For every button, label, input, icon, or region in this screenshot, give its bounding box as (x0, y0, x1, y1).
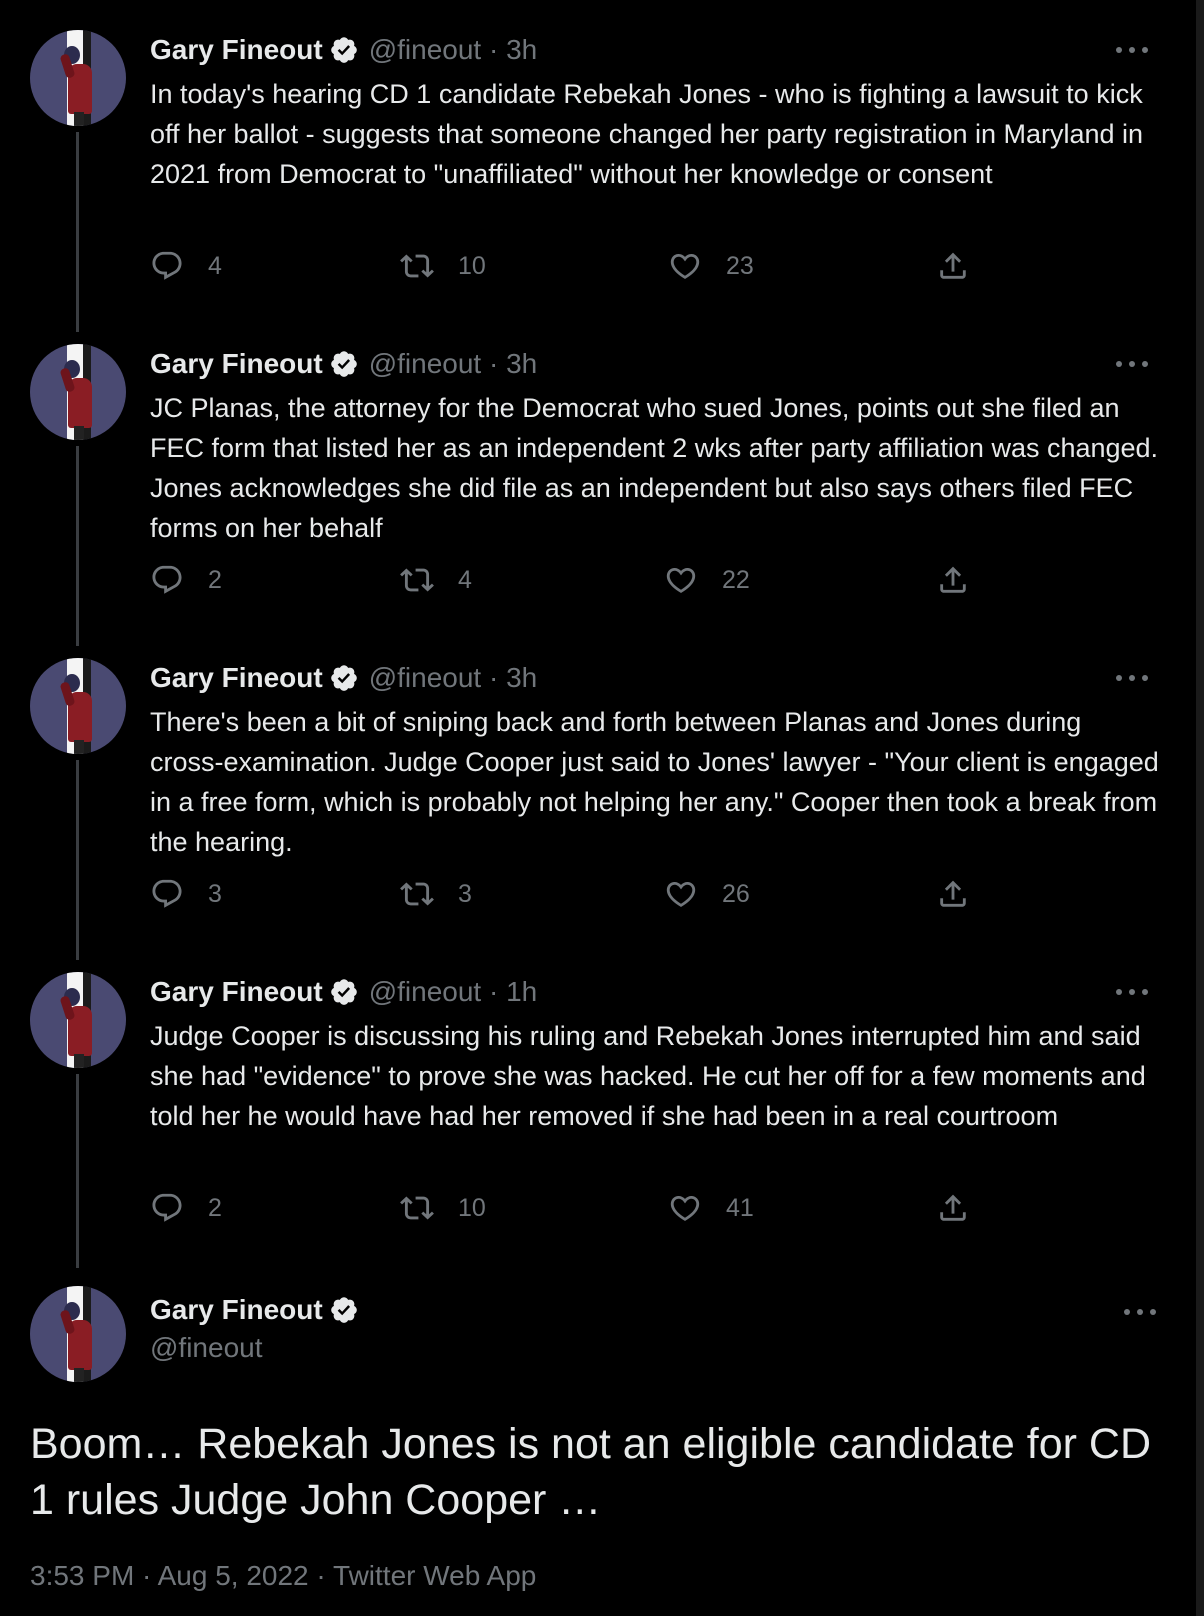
reply-button[interactable]: 2 (150, 1188, 222, 1228)
share-button[interactable] (936, 560, 970, 600)
verified-badge-icon (330, 1297, 357, 1323)
thread-tweet-1[interactable]: Gary Fineout @fineout · 3h In today's he… (0, 0, 1196, 332)
verified-badge-icon (330, 351, 357, 377)
reply-count: 2 (208, 1193, 222, 1222)
like-count: 26 (722, 879, 750, 908)
retweet-count: 10 (458, 1193, 486, 1222)
share-icon (940, 252, 966, 279)
retweet-count: 3 (458, 879, 472, 908)
handle-and-timestamp[interactable]: @fineout · 3h (369, 34, 538, 66)
scrollbar[interactable] (1196, 0, 1204, 1616)
share-icon (940, 1194, 966, 1221)
tweet-text: JC Planas, the attorney for the Democrat… (150, 393, 1159, 543)
tweet-text: In today's hearing CD 1 candidate Rebeka… (150, 79, 1144, 189)
share-icon (940, 566, 966, 593)
tweet-header: Gary Fineout @fineout · 1h (150, 972, 537, 1012)
reply-count: 3 (208, 879, 222, 908)
avatar[interactable] (30, 658, 126, 754)
tweet-actions: 2 4 22 (150, 560, 1000, 600)
like-button[interactable]: 22 (664, 560, 750, 600)
author-handle[interactable]: @fineout (150, 1332, 263, 1364)
like-count: 41 (726, 1193, 754, 1222)
reply-icon (152, 879, 182, 908)
thread-connector-line (76, 1074, 79, 1268)
avatar[interactable] (30, 30, 126, 126)
author-name[interactable]: Gary Fineout (150, 662, 323, 694)
tweet-header: Gary Fineout @fineout · 3h (150, 658, 537, 698)
author-name[interactable]: Gary Fineout (150, 976, 323, 1008)
thread-tweet-3[interactable]: Gary Fineout @fineout · 3h There's been … (0, 628, 1196, 960)
reply-button[interactable]: 2 (150, 560, 222, 600)
handle-and-timestamp[interactable]: @fineout · 3h (369, 348, 538, 380)
author-name[interactable]: Gary Fineout (150, 34, 323, 66)
retweet-button[interactable]: 10 (400, 246, 486, 286)
thread-connector-line (76, 132, 79, 332)
reply-icon (152, 1193, 182, 1222)
more-options-icon[interactable] (1116, 978, 1148, 1006)
share-icon (940, 880, 966, 907)
reply-count: 4 (208, 251, 222, 280)
avatar[interactable] (30, 1286, 126, 1382)
reply-icon (152, 251, 182, 280)
like-icon (666, 567, 696, 593)
tweet-header: Gary Fineout @fineout · 3h (150, 30, 537, 70)
main-tweet-text: Boom… Rebekah Jones is not an eligible c… (30, 1420, 1152, 1524)
more-options-icon[interactable] (1116, 664, 1148, 692)
share-button[interactable] (936, 874, 970, 914)
thread-tweet-2[interactable]: Gary Fineout @fineout · 3h JC Planas, th… (0, 314, 1196, 646)
retweet-icon (400, 1196, 434, 1220)
avatar[interactable] (30, 344, 126, 440)
retweet-count: 10 (458, 251, 486, 280)
verified-badge-icon (330, 665, 357, 691)
like-button[interactable]: 41 (668, 1188, 754, 1228)
tweet-text: Judge Cooper is discussing his ruling an… (150, 1021, 1146, 1131)
author-name[interactable]: Gary Fineout (150, 348, 323, 380)
more-options-icon[interactable] (1124, 1298, 1156, 1326)
reply-button[interactable]: 3 (150, 874, 222, 914)
tweet-actions: 3 3 26 (150, 874, 1000, 914)
share-button[interactable] (936, 246, 970, 286)
tweet-actions: 2 10 41 (150, 1188, 1000, 1228)
like-icon (670, 1195, 700, 1221)
retweet-button[interactable]: 3 (400, 874, 472, 914)
thread-tweet-4[interactable]: Gary Fineout @fineout · 1h Judge Cooper … (0, 942, 1196, 1268)
like-icon (666, 881, 696, 907)
retweet-icon (400, 568, 434, 592)
like-count: 23 (726, 251, 754, 280)
reply-icon (152, 565, 182, 594)
retweet-icon (400, 882, 434, 906)
retweet-count: 4 (458, 565, 472, 594)
like-count: 22 (722, 565, 750, 594)
tweet-timestamp-source[interactable]: 3:53 PM · Aug 5, 2022 · Twitter Web App (30, 1560, 536, 1592)
author-name[interactable]: Gary Fineout (150, 1294, 323, 1326)
retweet-button[interactable]: 4 (400, 560, 472, 600)
tweet-header: Gary Fineout @fineout · 3h (150, 344, 537, 384)
verified-badge-icon (330, 37, 357, 63)
tweet-text: There's been a bit of sniping back and f… (150, 707, 1159, 857)
like-icon (670, 253, 700, 279)
more-options-icon[interactable] (1116, 350, 1148, 378)
handle-and-timestamp[interactable]: @fineout · 1h (369, 976, 538, 1008)
handle-and-timestamp[interactable]: @fineout · 3h (369, 662, 538, 694)
retweet-icon (400, 254, 434, 278)
like-button[interactable]: 26 (664, 874, 750, 914)
more-options-icon[interactable] (1116, 36, 1148, 64)
tweet-actions: 4 10 23 (150, 246, 1000, 286)
reply-button[interactable]: 4 (150, 246, 222, 286)
tweet-header: Gary Fineout (150, 1290, 359, 1330)
thread-connector-line (76, 446, 79, 646)
verified-badge-icon (330, 979, 357, 1005)
reply-count: 2 (208, 565, 222, 594)
like-button[interactable]: 23 (668, 246, 754, 286)
thread-connector-line (76, 760, 79, 960)
share-button[interactable] (936, 1188, 970, 1228)
avatar[interactable] (30, 972, 126, 1068)
retweet-button[interactable]: 10 (400, 1188, 486, 1228)
